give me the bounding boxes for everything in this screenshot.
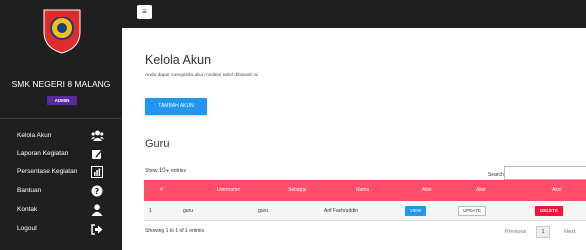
pagination-next[interactable]: Next (564, 229, 575, 235)
role-badge: ADMIN (47, 96, 77, 105)
sidebar-item-label: Kontak (17, 206, 38, 213)
pagination-page-1[interactable]: 1 (536, 226, 550, 238)
sidebar-item-kelola-akun[interactable]: Kelola Akun (0, 128, 122, 146)
school-name: SMK NEGERI 8 MALANG (11, 79, 111, 89)
sidebar-item-laporan-kegiatan[interactable]: Laporan Kegiatan (0, 146, 122, 164)
hamburger-icon[interactable]: ≡ (137, 5, 152, 19)
user-icon (90, 203, 104, 217)
column-header[interactable]: Nama (356, 187, 369, 193)
pencil-square-icon (90, 147, 104, 161)
sidebar-item-kontak[interactable]: Kontak (0, 202, 122, 220)
column-header[interactable]: Aksi (422, 187, 431, 193)
delete-button[interactable]: DELETE (535, 206, 563, 216)
sign-out-icon (90, 222, 104, 236)
section-title: Guru (145, 138, 170, 150)
table-header: # Username Sebagai Nama Aksi Aksi Aksi (144, 180, 586, 201)
table-row: 1 guru guru Arif Fachruddin VIEW UPDATE … (144, 201, 586, 221)
entries-label: entries (170, 168, 186, 174)
search-label: Search: (488, 172, 506, 178)
chevron-down-icon[interactable]: ▼ (166, 168, 170, 173)
table-info: Showing 1 to 1 of 1 entries (145, 228, 205, 234)
column-header[interactable]: Sebagai (288, 187, 306, 193)
cell-nama: Arif Fachruddin (324, 208, 358, 214)
search-input[interactable] (504, 166, 586, 180)
sidebar-item-label: Bantuan (17, 187, 42, 194)
show-label: Show (145, 168, 158, 174)
column-header[interactable]: Username (217, 187, 240, 193)
cell-no: 1 (149, 208, 152, 214)
users-icon (90, 129, 104, 143)
top-bar: ≡ (122, 0, 586, 28)
cell-username: guru (183, 208, 194, 214)
sidebar-item-bantuan[interactable]: Bantuan ? (0, 183, 122, 201)
column-header[interactable]: Aksi (476, 187, 485, 193)
sidebar-item-label: Laporan Kegiatan (17, 150, 69, 157)
sidebar-item-logout[interactable]: Logout (0, 221, 122, 239)
sidebar-item-label: Persentase Kegiatan (17, 168, 78, 175)
sidebar-item-persentase-kegiatan[interactable]: Persentase Kegiatan (0, 164, 122, 182)
sidebar-item-label: Kelola Akun (17, 132, 52, 139)
main-content: Kelola Akun Anda dapat mengelola akun me… (122, 28, 586, 250)
question-circle-icon: ? (90, 184, 104, 198)
view-button[interactable]: VIEW (405, 206, 426, 216)
bar-chart-icon (90, 165, 104, 179)
sidebar-item-label: Logout (17, 225, 37, 232)
sidebar-divider (0, 118, 122, 119)
sidebar: SMK NEGERI 8 MALANG ADMIN Kelola Akun La… (0, 0, 122, 250)
svg-text:?: ? (95, 187, 100, 196)
school-logo (43, 9, 81, 54)
entries-length-control: Show 10▼ entries (145, 168, 186, 174)
page-subtitle: Anda dapat mengelola akun melalui tabel … (145, 73, 259, 78)
page-title: Kelola Akun (145, 53, 212, 67)
column-header[interactable]: # (160, 187, 163, 193)
entries-select[interactable]: 10 (159, 168, 166, 174)
pagination-previous[interactable]: Previous (505, 229, 526, 235)
column-header[interactable]: Aksi (552, 187, 561, 193)
update-button[interactable]: UPDATE (458, 206, 486, 216)
add-account-button[interactable]: TAMBAH AKUN (145, 98, 207, 115)
cell-sebagai: guru (258, 208, 269, 214)
